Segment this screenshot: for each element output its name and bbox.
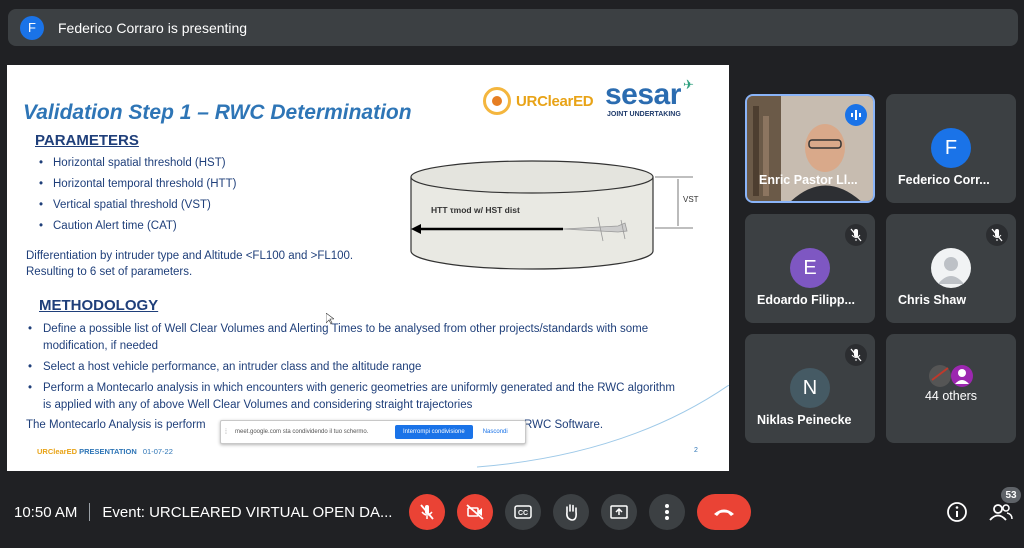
people-button[interactable] <box>989 500 1013 524</box>
list-item: Horizontal temporal threshold (HTT) <box>35 178 236 191</box>
leave-call-button[interactable] <box>697 494 751 530</box>
list-item: Select a host vehicle performance, an in… <box>25 359 675 376</box>
meeting-info: 10:50 AM Event: URCLEARED VIRTUAL OPEN D… <box>14 503 392 521</box>
more-vert-icon <box>665 504 669 520</box>
meeting-title: Event: URCLEARED VIRTUAL OPEN DA... <box>102 503 393 521</box>
others-tile[interactable]: 44 others <box>886 334 1016 443</box>
parameters-heading: PARAMETERS <box>35 132 139 149</box>
list-item: Define a possible list of Well Clear Vol… <box>25 321 675 355</box>
participant-name: Enric Pastor Ll... <box>759 173 858 187</box>
participant-tile[interactable]: Chris Shaw <box>886 214 1016 323</box>
camera-toggle-button[interactable] <box>457 494 493 530</box>
participant-name: Edoardo Filipp... <box>757 293 855 307</box>
clock-time: 10:50 AM <box>14 503 78 521</box>
presentation-slide: Validation Step 1 – RWC Determination UR… <box>7 65 729 471</box>
urcleared-logo: URClearED <box>483 87 594 115</box>
participant-tile[interactable]: E Edoardo Filipp... <box>745 214 875 323</box>
avatar: F <box>931 128 971 168</box>
mic-off-icon <box>845 224 867 246</box>
microphone-toggle-button[interactable] <box>409 494 445 530</box>
hide-share-bar-button[interactable]: Nascondi <box>483 429 508 435</box>
captions-button[interactable]: CC <box>505 494 541 530</box>
avatar: N <box>790 368 830 408</box>
hang-up-icon <box>714 509 734 516</box>
participant-name: Niklas Peinecke <box>757 413 852 427</box>
sesar-plane-icon: ✈ <box>683 77 694 92</box>
closed-captions-icon: CC <box>514 505 532 519</box>
urcleared-logo-icon <box>483 87 511 115</box>
mic-off-icon <box>986 224 1008 246</box>
participant-name: Federico Corr... <box>898 173 990 187</box>
meet-window: F Federico Corraro is presenting Validat… <box>0 0 1024 548</box>
share-message: meet.google.com sta condividendo il tuo … <box>235 429 369 435</box>
speaking-indicator-icon <box>845 104 867 126</box>
list-item: Vertical spatial threshold (VST) <box>35 199 236 212</box>
present-icon <box>610 505 628 519</box>
screen-share-bar: ⁞ meet.google.com sta condividendo il tu… <box>220 420 526 444</box>
parameters-list: Horizontal spatial threshold (HST) Horiz… <box>35 157 236 241</box>
participant-name: Chris Shaw <box>898 293 967 307</box>
camera-off-icon <box>466 504 484 520</box>
svg-text:CC: CC <box>518 510 528 517</box>
vst-label: VST <box>683 195 699 204</box>
page-number: 2 <box>694 447 698 454</box>
slide-footer: URClearED PRESENTATION 01-07-22 <box>37 447 173 456</box>
participant-tile[interactable]: F Federico Corr... <box>886 94 1016 203</box>
mic-off-icon <box>420 504 434 520</box>
others-count: 44 others <box>924 389 978 403</box>
well-clear-cylinder-diagram <box>410 160 693 270</box>
slide-title: Validation Step 1 – RWC Determination <box>23 101 412 124</box>
drag-handle-icon[interactable]: ⁞ <box>221 429 231 436</box>
participant-tile[interactable]: N Niklas Peinecke <box>745 334 875 443</box>
meeting-details-button[interactable] <box>945 500 969 524</box>
list-item: Horizontal spatial threshold (HST) <box>35 157 236 170</box>
avatar: E <box>790 248 830 288</box>
presenting-text: Federico Corraro is presenting <box>58 19 248 36</box>
montecarlo-text-left: The Montecarlo Analysis is perform <box>26 419 206 431</box>
people-icon <box>989 504 1013 521</box>
list-item: Caution Alert time (CAT) <box>35 220 236 233</box>
mouse-cursor-icon <box>326 313 334 325</box>
info-icon <box>947 502 967 522</box>
presenter-avatar: F <box>20 15 44 40</box>
avatar <box>931 248 971 288</box>
htt-label: HTT τmod w/ HST dist <box>431 205 520 215</box>
more-options-button[interactable] <box>649 494 685 530</box>
raise-hand-button[interactable] <box>553 494 589 530</box>
mic-off-icon <box>845 344 867 366</box>
divider <box>89 503 91 521</box>
others-avatars <box>929 365 973 387</box>
participant-tile[interactable]: Enric Pastor Ll... <box>745 94 875 203</box>
stop-sharing-button[interactable]: Interrompi condivisione <box>395 425 473 439</box>
differentiation-text: Differentiation by intruder type and Alt… <box>26 250 354 278</box>
participant-count-badge: 53 <box>1001 487 1021 503</box>
presenting-banner: F Federico Corraro is presenting <box>8 9 1018 46</box>
methodology-heading: METHODOLOGY <box>39 297 159 314</box>
present-screen-button[interactable] <box>601 494 637 530</box>
sesar-logo: sesar JOINT UNDERTAKING <box>605 78 681 119</box>
hand-icon <box>566 504 577 521</box>
